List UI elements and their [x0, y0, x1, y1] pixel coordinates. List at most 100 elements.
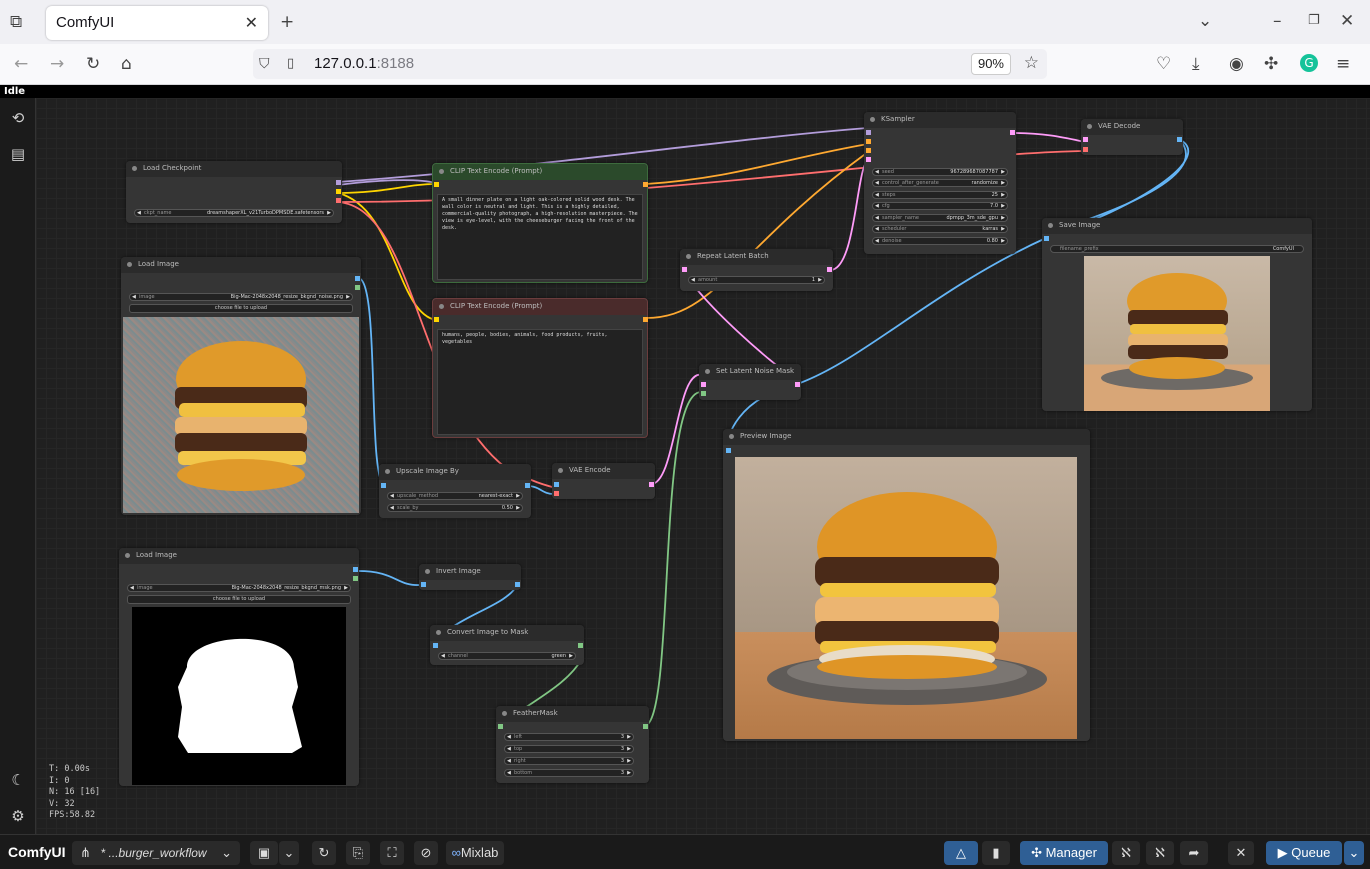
node-title-bar[interactable]: Load Image — [119, 548, 359, 564]
output-port-image[interactable] — [525, 483, 530, 488]
close-tab-icon[interactable]: ✕ — [245, 13, 258, 32]
input-port-vae[interactable] — [554, 491, 559, 496]
back-icon[interactable]: ← — [14, 54, 28, 74]
minimize-icon[interactable]: – — [1273, 11, 1282, 31]
mountain-icon[interactable]: △ — [944, 841, 978, 865]
widget-amount[interactable]: ◀ amount 1 ▶ — [688, 276, 825, 284]
account-icon[interactable]: ◉ — [1229, 54, 1244, 74]
widget-filename-prefix[interactable]: filename_prefix ComfyUI — [1050, 245, 1304, 253]
node-title-bar[interactable]: FeatherMask — [496, 706, 649, 722]
input-port-model[interactable] — [866, 130, 871, 135]
history-icon[interactable]: ⟲ — [8, 108, 28, 128]
output-port-image[interactable] — [353, 567, 358, 572]
widget-image[interactable]: ◀ image Big-Mac-2048x2048_resize_bkgnd_noi… — [129, 293, 353, 301]
input-port-negative[interactable] — [866, 148, 871, 153]
widget-image[interactable]: ◀ image Big-Mac-2048x2048_resize_bkgnd_msk… — [127, 584, 351, 592]
list-tabs-chevron-icon[interactable]: ⌄ — [1198, 11, 1212, 31]
prompt-textarea[interactable]: A small dinner plate on a light oak-colo… — [437, 194, 643, 280]
input-port-pixels[interactable] — [554, 482, 559, 487]
output-port-image[interactable] — [515, 582, 520, 587]
input-port-images[interactable] — [1044, 236, 1049, 241]
widget-sampler-name[interactable]: ◀ sampler_name dpmpp_3m_sde_gpu ▶ — [872, 214, 1008, 222]
input-port-samples[interactable] — [682, 267, 687, 272]
input-port-image[interactable] — [381, 483, 386, 488]
grammarly-icon[interactable]: G — [1300, 54, 1318, 72]
widget-denoise[interactable]: ◀ denoise 0.80 ▶ — [872, 237, 1008, 245]
widget-left[interactable]: ◀ left 3 ▶ — [504, 733, 634, 741]
close-icon[interactable]: ✕ — [1228, 841, 1254, 865]
close-window-icon[interactable]: ✕ — [1340, 11, 1354, 31]
workflow-selector[interactable]: ⋔ * ...burger_workflow ⌄ — [72, 841, 240, 865]
input-port-image[interactable] — [433, 643, 438, 648]
node-title-bar[interactable]: CLIP Text Encode (Prompt) — [433, 164, 647, 180]
upload-button[interactable]: choose file to upload — [129, 304, 353, 313]
queue-button[interactable]: ▶ Queue — [1266, 841, 1342, 865]
bookmark-icon[interactable]: ▮ — [982, 841, 1010, 865]
output-port-conditioning[interactable] — [643, 182, 648, 187]
node-vae-decode[interactable]: VAE Decode — [1081, 119, 1183, 155]
widget-control-after-generate[interactable]: ◀ control_after_generate randomize ▶ — [872, 179, 1008, 187]
settings-gear-icon[interactable]: ⚙ — [8, 806, 28, 826]
node-set-latent-noise-mask[interactable]: Set Latent Noise Mask — [699, 364, 801, 400]
widget-seed[interactable]: ◀ seed 967289687087787 ▶ — [872, 168, 1008, 176]
clipboard-icon[interactable]: ⎘ — [346, 841, 370, 865]
theme-moon-icon[interactable]: ☾ — [8, 770, 28, 790]
pocket-icon[interactable]: ♡ — [1156, 54, 1171, 74]
widget-scheduler[interactable]: ◀ scheduler karras ▶ — [872, 225, 1008, 233]
input-port-image[interactable] — [421, 582, 426, 587]
output-port-clip[interactable] — [336, 189, 341, 194]
widget-right[interactable]: ◀ right 3 ▶ — [504, 757, 634, 765]
widget-cfg[interactable]: ◀ cfg 7.0 ▶ — [872, 202, 1008, 210]
widget-steps[interactable]: ◀ steps 25 ▶ — [872, 191, 1008, 199]
queue-dropdown-icon[interactable]: ⌄ — [1344, 841, 1364, 865]
fit-view-icon[interactable]: ⛶ — [380, 841, 404, 865]
node-title-bar[interactable]: Repeat Latent Batch — [680, 249, 833, 265]
output-port-latent[interactable] — [827, 267, 832, 272]
output-port-model[interactable] — [336, 180, 341, 185]
graph-canvas[interactable]: Load Checkpoint ◀ ckpt_name dreamshaperXL_… — [36, 98, 1370, 834]
node-title-bar[interactable]: VAE Decode — [1081, 119, 1183, 135]
extensions-icon[interactable]: ✣ — [1264, 54, 1278, 74]
output-port-latent[interactable] — [649, 482, 654, 487]
model-alt-icon[interactable]: ℵ — [1146, 841, 1174, 865]
output-port-latent[interactable] — [795, 382, 800, 387]
new-tab-icon[interactable]: + — [280, 12, 294, 32]
input-port-clip[interactable] — [434, 182, 439, 187]
browser-tab[interactable]: ComfyUI ✕ — [46, 6, 268, 40]
widget-upscale-method[interactable]: ◀ upscale_method nearest-exact ▶ — [387, 492, 523, 500]
node-title-bar[interactable]: Load Image — [121, 257, 361, 273]
output-port-image[interactable] — [355, 276, 360, 281]
menu-icon[interactable]: ≡ — [1336, 54, 1350, 74]
input-port-mask[interactable] — [498, 724, 503, 729]
node-title-bar[interactable]: Invert Image — [419, 564, 521, 580]
url-bar[interactable]: ⛉ ▯ 127.0.0.1:8188 90% ☆ — [253, 49, 1047, 79]
clear-icon[interactable]: ⊘ — [414, 841, 438, 865]
widget-top[interactable]: ◀ top 3 ▶ — [504, 745, 634, 753]
node-title-bar[interactable]: Save Image — [1042, 218, 1312, 234]
node-preview-image[interactable]: Preview Image — [723, 429, 1090, 741]
node-convert-image-to-mask[interactable]: Convert Image to Mask ◀ channel green ▶ — [430, 625, 584, 665]
output-port-mask[interactable] — [355, 285, 360, 290]
node-title-bar[interactable]: CLIP Text Encode (Prompt) — [433, 299, 647, 315]
output-port-mask[interactable] — [578, 643, 583, 648]
output-port-mask[interactable] — [353, 576, 358, 581]
input-port-vae[interactable] — [1083, 147, 1088, 152]
zoom-level[interactable]: 90% — [970, 53, 1011, 75]
input-port-latent[interactable] — [866, 157, 871, 162]
output-port-conditioning[interactable] — [643, 317, 648, 322]
node-clip-text-negative[interactable]: CLIP Text Encode (Prompt) humans, people… — [432, 298, 648, 438]
node-title-bar[interactable]: Set Latent Noise Mask — [699, 364, 801, 380]
forward-icon[interactable]: → — [50, 54, 64, 74]
share-arrow-icon[interactable]: ➦ — [1180, 841, 1208, 865]
save-dropdown-icon[interactable]: ⌄ — [279, 841, 299, 865]
node-load-image-2[interactable]: Load Image ◀ image Big-Mac-2048x2048_resiz… — [119, 548, 359, 786]
node-load-image-1[interactable]: Load Image ◀ image Big-Mac-2048x2048_resiz… — [121, 257, 361, 515]
input-port-samples[interactable] — [1083, 137, 1088, 142]
output-port-image[interactable] — [1177, 137, 1182, 142]
node-invert-image[interactable]: Invert Image — [419, 564, 521, 590]
input-port-clip[interactable] — [434, 317, 439, 322]
node-upscale-image-by[interactable]: Upscale Image By ◀ upscale_method nearest-… — [379, 464, 531, 518]
home-icon[interactable]: ⌂ — [121, 54, 132, 74]
widget-scale-by[interactable]: ◀ scale_by 0.50 ▶ — [387, 504, 523, 512]
upload-button[interactable]: choose file to upload — [127, 595, 351, 604]
